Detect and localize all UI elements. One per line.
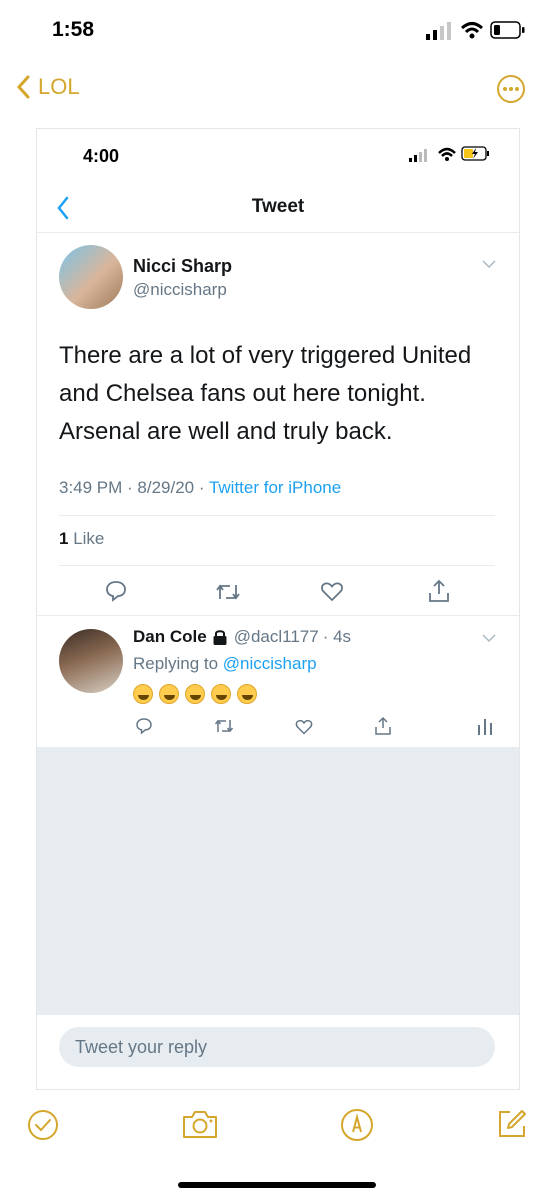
back-button[interactable]: LOL — [16, 74, 80, 100]
like-icon[interactable] — [320, 580, 344, 602]
laughing-emoji — [133, 684, 153, 704]
author-name[interactable]: Nicci Sharp — [133, 256, 232, 277]
status-time: 1:58 — [52, 18, 95, 41]
reply-icon[interactable] — [104, 579, 128, 603]
reply-retweet-icon[interactable] — [214, 718, 234, 734]
reply-author-handle[interactable]: @dacl1177 — [234, 627, 319, 647]
tweet-screenshot: 4:00 Tweet Nicci Sharp @niccisharp There… — [36, 128, 520, 1090]
markup-icon[interactable] — [340, 1108, 374, 1142]
replying-to-handle[interactable]: @niccisharp — [223, 654, 317, 673]
tweet-header-title: Tweet — [251, 196, 305, 217]
like-label: Like — [73, 529, 105, 548]
camera-icon[interactable] — [181, 1108, 219, 1140]
battery-icon — [490, 21, 525, 39]
actions-divider — [37, 615, 519, 616]
likes-divider — [59, 565, 495, 566]
tweet-text: There are a lot of very triggered United… — [59, 337, 509, 451]
like-count: 1 — [59, 529, 69, 548]
tweet-text-line: Arsenal are well and truly back. — [59, 418, 393, 445]
checkmark-circle-icon[interactable] — [27, 1109, 59, 1141]
compose-icon[interactable] — [496, 1108, 528, 1140]
laughing-emoji — [211, 684, 231, 704]
author-handle[interactable]: @niccisharp — [133, 280, 227, 300]
analytics-icon[interactable] — [477, 717, 493, 735]
reply-share-icon[interactable] — [374, 716, 392, 736]
retweet-icon[interactable] — [215, 581, 241, 603]
reply-text — [133, 684, 263, 706]
replying-to-prefix: Replying to — [133, 654, 223, 673]
tweet-text-line: and Chelsea fans out here tonight. — [59, 380, 426, 407]
inner-signal-icon — [409, 149, 427, 162]
wifi-icon — [460, 22, 484, 39]
share-icon[interactable] — [427, 578, 451, 604]
laughing-emoji — [185, 684, 205, 704]
header-divider — [37, 232, 519, 233]
meta-divider — [59, 515, 495, 516]
reply-author-name[interactable]: Dan Cole — [133, 627, 207, 647]
inner-wifi-icon — [438, 147, 456, 161]
back-label: LOL — [38, 74, 80, 99]
reply-options-chevron-icon[interactable] — [481, 633, 497, 643]
tweet-timestamp: 3:49 PM · 8/29/20 · — [59, 478, 209, 497]
inner-status-time: 4:00 — [83, 146, 120, 166]
reply-author-avatar[interactable] — [59, 629, 123, 693]
reply-like-icon[interactable] — [295, 718, 313, 735]
laughing-emoji — [237, 684, 257, 704]
lock-icon — [213, 630, 227, 645]
laughing-emoji — [159, 684, 179, 704]
tweet-meta: 3:49 PM · 8/29/20 · Twitter for iPhone — [59, 478, 341, 498]
signal-icon — [426, 22, 451, 40]
reply-reply-icon[interactable] — [135, 717, 153, 735]
chevron-left-icon — [16, 75, 30, 99]
inner-battery-icon — [461, 146, 489, 161]
empty-reply-area — [37, 747, 519, 1015]
reply-header: Dan Cole @dacl1177 · 4s — [133, 627, 351, 647]
tweet-text-line: There are a lot of very triggered United — [59, 342, 472, 369]
reply-age: · 4s — [322, 627, 352, 646]
reply-input[interactable]: Tweet your reply — [59, 1027, 495, 1067]
more-icon[interactable] — [496, 74, 526, 104]
like-count-row[interactable]: 1 Like — [59, 529, 104, 549]
tweet-source-link[interactable]: Twitter for iPhone — [209, 478, 341, 497]
author-avatar[interactable] — [59, 245, 123, 309]
home-indicator — [178, 1182, 376, 1188]
tweet-options-chevron-icon[interactable] — [481, 259, 497, 269]
replying-to: Replying to @niccisharp — [133, 654, 317, 674]
